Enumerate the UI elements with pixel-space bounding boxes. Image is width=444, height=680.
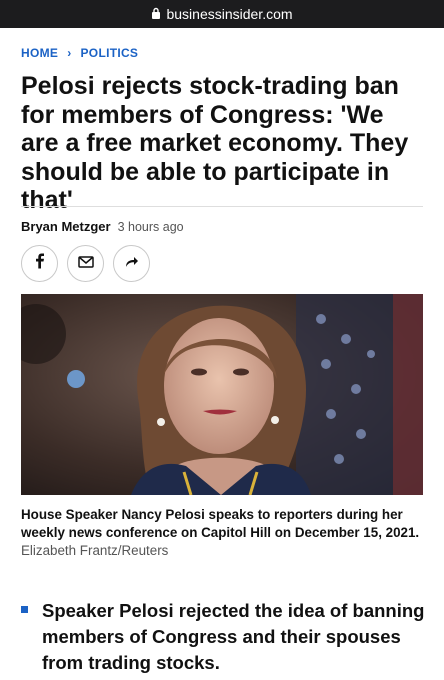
facebook-icon — [33, 253, 47, 274]
url-text: businessinsider.com — [166, 6, 293, 22]
breadcrumb-politics-link[interactable]: POLITICS — [81, 46, 139, 60]
breadcrumb: HOME › POLITICS — [21, 46, 138, 60]
photo-credit: Elizabeth Frantz/Reuters — [21, 543, 169, 558]
article-headline: Pelosi rejects stock-trading ban for mem… — [21, 72, 409, 214]
lock-icon — [151, 6, 161, 22]
share-button[interactable] — [113, 245, 150, 282]
article-photo — [21, 294, 423, 495]
author-link[interactable]: Bryan Metzger — [21, 219, 111, 234]
breadcrumb-home-link[interactable]: HOME — [21, 46, 58, 60]
key-point-text: Speaker Pelosi rejected the idea of bann… — [42, 600, 425, 673]
caption-text: House Speaker Nancy Pelosi speaks to rep… — [21, 507, 420, 540]
email-share-button[interactable] — [67, 245, 104, 282]
publish-time: 3 hours ago — [117, 220, 184, 234]
divider — [21, 206, 423, 207]
email-icon — [77, 255, 94, 273]
key-point: Speaker Pelosi rejected the idea of bann… — [21, 598, 426, 676]
bullet-square-icon — [21, 606, 28, 613]
facebook-share-button[interactable] — [21, 245, 58, 282]
share-buttons — [21, 245, 150, 282]
share-arrow-icon — [124, 255, 139, 273]
photo-caption: House Speaker Nancy Pelosi speaks to rep… — [21, 506, 423, 560]
byline: Bryan Metzger 3 hours ago — [21, 219, 184, 234]
chevron-right-icon: › — [67, 46, 72, 60]
browser-url-bar[interactable]: businessinsider.com — [0, 0, 444, 28]
